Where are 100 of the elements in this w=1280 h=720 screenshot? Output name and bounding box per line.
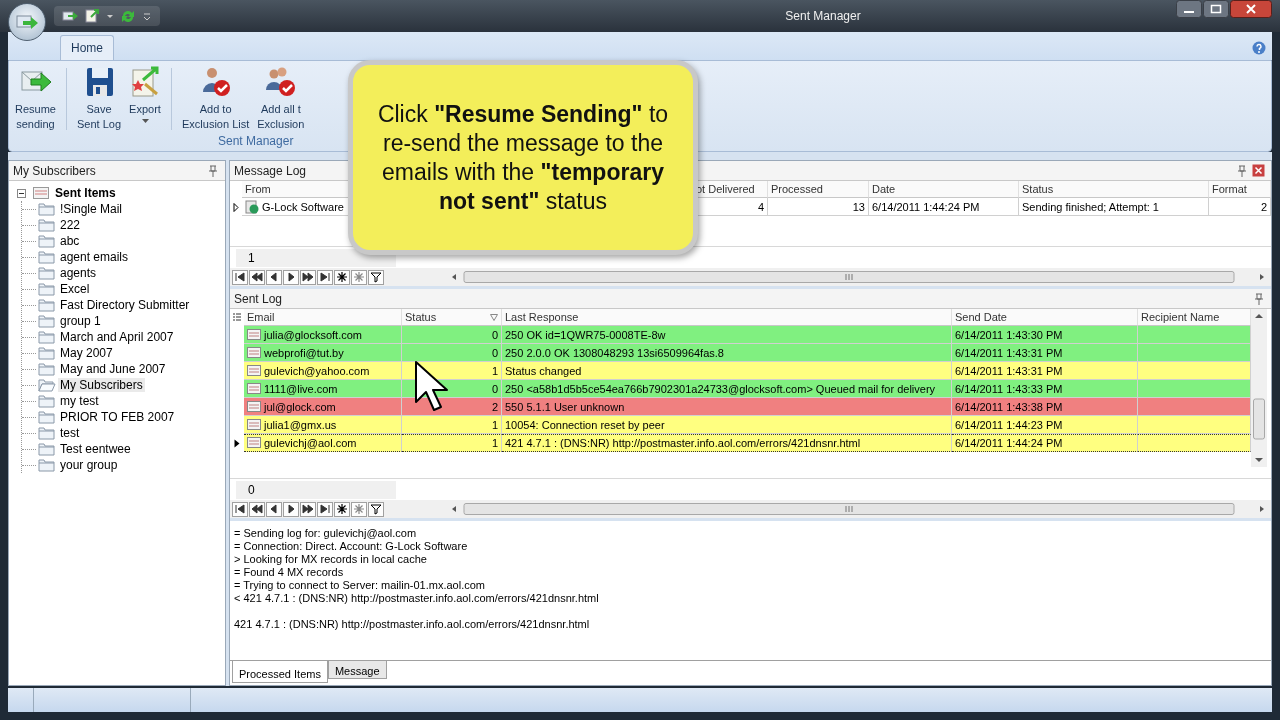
refresh-icon[interactable] <box>120 8 136 24</box>
tree-item[interactable]: My Subscribers <box>58 378 145 392</box>
ribbon-button[interactable]: Add to Exclusion List <box>180 64 252 134</box>
column-header[interactable]: Format <box>1209 181 1271 198</box>
log-line: = Trying to connect to Server: mailin-01.mx.aol.com <box>234 579 486 592</box>
table-cell-text: 2 <box>491 399 498 415</box>
previous-record-button[interactable] <box>266 269 282 285</box>
table-cell-text: Status changed <box>505 363 582 379</box>
table-row[interactable]: julia@glocksoft.com 0 250 OK id=1QWR75-0008TE-8w 6/14/2011 1:43:30 PM <box>244 326 1251 344</box>
next-record-icon <box>285 503 297 515</box>
tree-item[interactable]: Sent Items <box>53 186 118 200</box>
table-cell-text: 6/14/2011 1:43:31 PM <box>955 363 1063 379</box>
pin-icon[interactable] <box>1253 292 1265 305</box>
insert-record-button[interactable] <box>334 269 350 285</box>
tree-item[interactable]: agents <box>58 266 99 280</box>
table-row[interactable]: julia1@gmx.us 1 10054: Connection reset by peer 6/14/2011 1:44:23 PM <box>244 416 1251 434</box>
next-page-icon <box>302 271 314 283</box>
table-row[interactable]: jul@glock.com 2 550 5.1.1 User unknown 6/14/2011 1:43:38 PM <box>244 398 1251 416</box>
export-icon <box>129 66 161 98</box>
next-page-button[interactable] <box>300 269 316 285</box>
mail-arrow-icon[interactable] <box>62 8 78 24</box>
table-cell-text: 0 <box>491 381 498 397</box>
tree-item[interactable]: March and April 2007 <box>58 330 176 344</box>
next-page-button[interactable] <box>300 501 316 517</box>
help-icon[interactable] <box>1252 41 1266 55</box>
tree-item[interactable]: agent emails <box>58 250 131 264</box>
table-cell: 6/14/2011 1:44:24 PM <box>869 198 1019 216</box>
last-record-button[interactable] <box>317 501 333 517</box>
tree-item[interactable]: Test eentwee <box>58 442 133 456</box>
tree-item[interactable]: Fast Directory Submitter <box>58 298 192 312</box>
export-icon[interactable] <box>84 8 100 24</box>
tree-item[interactable]: my test <box>58 394 101 408</box>
column-header[interactable]: Status <box>1019 181 1209 198</box>
table-row[interactable]: 1111@live.com 0 250 <a58b1d5b5ce54ea766b7902301a24733@glocksoft.com> Queued mail for delivery 6/14/2011 1:43:33 PM <box>244 380 1251 398</box>
previous-page-button[interactable] <box>249 269 265 285</box>
folder-icon <box>38 442 56 456</box>
column-header[interactable]: Recipient Name <box>1138 309 1251 326</box>
tab[interactable]: Processed Items <box>232 661 328 683</box>
close-icon[interactable] <box>1252 164 1265 177</box>
close-button[interactable] <box>1230 0 1272 18</box>
table-cell-text: 6/14/2011 1:44:24 PM <box>955 436 1063 451</box>
filter-button[interactable] <box>368 269 384 285</box>
pin-icon[interactable] <box>207 164 219 177</box>
table-cell-text: 550 5.1.1 User unknown <box>505 399 625 415</box>
filter-button[interactable] <box>368 501 384 517</box>
table-cell-text: webprofi@tut.by <box>264 345 344 361</box>
next-page-icon <box>302 503 314 515</box>
pin-icon[interactable] <box>1236 164 1248 177</box>
column-header[interactable]: Status <box>402 309 502 326</box>
minimize-button[interactable] <box>1176 0 1202 18</box>
folder-icon <box>38 426 56 440</box>
ribbon-button[interactable]: Export <box>127 64 163 126</box>
insert-record-button[interactable] <box>334 501 350 517</box>
tab[interactable]: Message <box>327 661 387 679</box>
tree-item[interactable]: PRIOR TO FEB 2007 <box>58 410 177 424</box>
tree-item[interactable]: May and June 2007 <box>58 362 168 376</box>
ribbon-group-label: Sent Manager <box>218 134 294 148</box>
column-header[interactable]: Processed <box>768 181 869 198</box>
column-header[interactable]: Last Response <box>502 309 952 326</box>
app-menu-button[interactable] <box>8 3 46 41</box>
table-row[interactable]: webprofi@tut.by 0 250 2.0.0 OK 1308048293 13si6509964fas.8 6/14/2011 1:43:31 PM <box>244 344 1251 362</box>
table-cell-text: jul@glock.com <box>264 399 336 415</box>
column-header[interactable]: Send Date <box>952 309 1138 326</box>
table-cell: 2 <box>1209 198 1271 216</box>
ribbon-button[interactable]: Resume sending <box>13 64 58 134</box>
collapse-icon[interactable] <box>17 188 26 198</box>
tree-item[interactable]: group 1 <box>58 314 103 328</box>
next-record-button[interactable] <box>283 501 299 517</box>
maximize-button[interactable] <box>1203 0 1229 18</box>
tree-item[interactable]: test <box>58 426 82 440</box>
vertical-scrollbar[interactable] <box>1251 309 1267 467</box>
ribbon-tab[interactable]: Home <box>60 35 114 60</box>
previous-record-button[interactable] <box>266 501 282 517</box>
tree-item[interactable]: Excel <box>58 282 92 296</box>
open-folder-icon <box>38 378 56 392</box>
log-line: = Connection: Direct. Account: G-Lock Software <box>234 540 469 553</box>
table-row[interactable]: gulevichj@aol.com 1 421 4.7.1 : (DNS:NR) http://postmaster.info.aol.com/errors/421dnsnr.html 6/14/2011 1:44:24 PM <box>244 434 1251 452</box>
previous-page-button[interactable] <box>249 501 265 517</box>
column-header[interactable]: Date <box>869 181 1019 198</box>
tree-item[interactable]: !Single Mail <box>58 202 125 216</box>
table-cell-text: 6/14/2011 1:43:38 PM <box>955 399 1063 415</box>
ribbon-button[interactable]: Add all t Exclusion <box>255 64 307 134</box>
next-record-icon <box>285 271 297 283</box>
tree-item[interactable]: abc <box>58 234 82 248</box>
last-record-button[interactable] <box>317 269 333 285</box>
column-header[interactable]: Email <box>244 309 402 326</box>
last-record-icon <box>319 503 331 515</box>
next-record-button[interactable] <box>283 269 299 285</box>
table-row[interactable]: gulevich@yahoo.com 1 Status changed 6/14/2011 1:43:31 PM <box>244 362 1251 380</box>
table-cell-text: 10054: Connection reset by peer <box>505 417 665 433</box>
table-cell-text: 1111@live.com <box>264 381 338 397</box>
tree-item[interactable]: your group <box>58 458 120 472</box>
first-record-button[interactable] <box>232 501 248 517</box>
tree-item[interactable]: 222 <box>58 218 83 232</box>
mail-icon <box>247 437 261 449</box>
mail-list-icon <box>33 186 49 200</box>
tree-item[interactable]: May 2007 <box>58 346 115 360</box>
cancel-record-icon <box>353 271 365 283</box>
ribbon-button[interactable]: Save Sent Log <box>74 64 123 134</box>
first-record-button[interactable] <box>232 269 248 285</box>
